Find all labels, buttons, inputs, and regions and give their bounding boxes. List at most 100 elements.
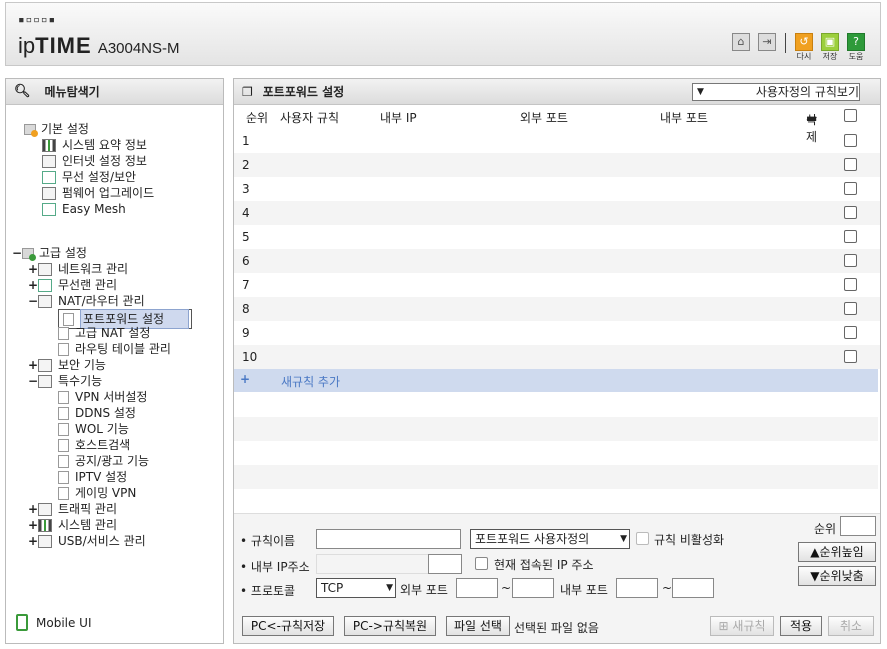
home-button[interactable]: ⌂	[731, 33, 751, 51]
tree-advanced-nat[interactable]: 고급 NAT 설정	[58, 325, 150, 341]
rank-down-button[interactable]: ▼순위낮춤	[798, 566, 876, 586]
save-button[interactable]: ▣ 저장	[820, 33, 840, 62]
tree-label: USB/서비스 관리	[58, 534, 146, 548]
help-button[interactable]: ? 도움	[846, 33, 866, 62]
tree-gaming-vpn[interactable]: 게이밍 VPN	[58, 485, 136, 501]
tree-wol[interactable]: WOL 기능	[58, 421, 129, 437]
internal-ip-input[interactable]	[428, 554, 462, 574]
row-rank: 3	[242, 182, 250, 196]
row-delete-checkbox[interactable]	[844, 278, 857, 291]
rank-input[interactable]	[840, 516, 876, 536]
row-delete-checkbox[interactable]	[844, 326, 857, 339]
row-delete-checkbox[interactable]	[844, 206, 857, 219]
select-all-checkbox[interactable]	[844, 109, 857, 122]
tree-label: 시스템 관리	[58, 518, 118, 532]
port-forward-panel: ❐ 포트포워드 설정 ▼ 사용자정의 규칙보기 순위 사용자 규칙 내부 IP …	[233, 78, 881, 644]
tree-label: 보안 기능	[58, 358, 106, 372]
tree-label: 고급 설정	[39, 246, 87, 260]
table-row[interactable]: 1	[234, 129, 880, 153]
table-row[interactable]: 7	[234, 273, 880, 297]
phone-icon	[16, 614, 28, 631]
tree-nat-router[interactable]: − NAT/라우터 관리	[28, 293, 145, 309]
table-row[interactable]: 5	[234, 225, 880, 249]
apply-button[interactable]: 적용	[780, 616, 822, 636]
tree-advanced-settings[interactable]: − 고급 설정	[12, 245, 87, 261]
protocol-value: TCP	[321, 581, 344, 595]
page-icon	[58, 326, 69, 340]
row-rank: 1	[242, 134, 250, 148]
row-delete-checkbox[interactable]	[844, 254, 857, 267]
rule-name-input[interactable]	[316, 529, 461, 549]
table-row[interactable]: 3	[234, 177, 880, 201]
table-row[interactable]: 10	[234, 345, 880, 369]
save-rules-to-pc-button[interactable]: PC<-규칙저장	[242, 616, 334, 636]
home-icon: ⌂	[732, 33, 750, 51]
refresh-button[interactable]: ↺ 다시	[794, 33, 814, 62]
protocol-label: • 프로토콜	[240, 584, 296, 598]
tree-label: NAT/라우터 관리	[58, 294, 145, 308]
expand-icon: +	[28, 358, 39, 372]
tree-wireless-security[interactable]: 무선 설정/보안	[42, 169, 136, 185]
tree-traffic[interactable]: + 트래픽 관리	[28, 501, 117, 517]
rule-type-select[interactable]: 포트포워드 사용자정의 ▼	[470, 529, 630, 549]
tree-basic-settings[interactable]: 기본 설정	[24, 121, 89, 137]
add-rule-row[interactable]: + 새규칙 추가	[234, 369, 878, 392]
row-delete-checkbox[interactable]	[844, 182, 857, 195]
add-icon: ⊞	[718, 619, 729, 633]
table-row[interactable]: 4	[234, 201, 880, 225]
panel-header: ❐ 포트포워드 설정 ▼ 사용자정의 규칙보기	[234, 79, 880, 105]
col-internal-ip: 내부 IP	[380, 111, 417, 125]
logout-icon: ⇥	[758, 33, 776, 51]
table-row[interactable]: 2	[234, 153, 880, 177]
disable-rule-checkbox[interactable]	[636, 532, 649, 545]
chevron-down-icon: ▼	[386, 583, 393, 593]
rule-name-label: • 규칙이름	[240, 534, 296, 548]
tree-vpn-server[interactable]: VPN 서버설정	[58, 389, 147, 405]
new-rule-button[interactable]: ⊞ 새규칙	[710, 616, 774, 636]
brand-bold: TIME	[35, 33, 92, 58]
tree-host-search[interactable]: 호스트검색	[58, 437, 130, 453]
choose-file-button[interactable]: 파일 선택	[446, 616, 510, 636]
tree-system-summary[interactable]: 시스템 요약 정보	[42, 137, 147, 153]
rank-up-button[interactable]: ▲순위높임	[798, 542, 876, 562]
external-port-label: 외부 포트	[400, 583, 448, 597]
tree-routing-table[interactable]: 라우팅 테이블 관리	[58, 341, 171, 357]
cancel-button[interactable]: 취소	[828, 616, 874, 636]
restore-rules-from-pc-button[interactable]: PC->규칙복원	[344, 616, 436, 636]
tree-internet-info[interactable]: 인터넷 설정 정보	[42, 153, 147, 169]
logout-button[interactable]: ⇥	[757, 33, 777, 51]
rule-view-select[interactable]: ▼ 사용자정의 규칙보기	[692, 83, 860, 101]
tree-label: WOL 기능	[75, 422, 129, 436]
tree-network[interactable]: + 네트워크 관리	[28, 261, 128, 277]
tree-ddns[interactable]: DDNS 설정	[58, 405, 136, 421]
table-row[interactable]: 8	[234, 297, 880, 321]
tree-notice-ad[interactable]: 공지/광고 기능	[58, 453, 149, 469]
empty-row	[234, 441, 878, 465]
tree-iptv[interactable]: IPTV 설정	[58, 469, 127, 485]
external-port-end[interactable]	[512, 578, 554, 598]
row-delete-checkbox[interactable]	[844, 350, 857, 363]
tree-easy-mesh[interactable]: Easy Mesh	[42, 201, 126, 217]
tree-usb-service[interactable]: + USB/서비스 관리	[28, 533, 146, 549]
tree-firmware-upgrade[interactable]: 펌웨어 업그레이드	[42, 185, 154, 201]
row-delete-checkbox[interactable]	[844, 158, 857, 171]
internal-port-start[interactable]	[616, 578, 658, 598]
tree-special[interactable]: − 특수기능	[28, 373, 102, 389]
router-icon	[38, 294, 52, 308]
table-row[interactable]: 6	[234, 249, 880, 273]
row-delete-checkbox[interactable]	[844, 134, 857, 147]
protocol-select[interactable]: TCP ▼	[316, 578, 396, 598]
table-row[interactable]: 9	[234, 321, 880, 345]
external-port-start[interactable]	[456, 578, 498, 598]
internal-port-end[interactable]	[672, 578, 714, 598]
tree-label: DDNS 설정	[75, 406, 136, 420]
tree-security[interactable]: + 보안 기능	[28, 357, 106, 373]
row-delete-checkbox[interactable]	[844, 230, 857, 243]
tree-system[interactable]: + 시스템 관리	[28, 517, 117, 533]
current-ip-checkbox[interactable]	[475, 557, 488, 570]
row-delete-checkbox[interactable]	[844, 302, 857, 315]
mobile-ui-link[interactable]: Mobile UI	[16, 614, 92, 631]
monitor-icon	[42, 154, 56, 168]
tree-wireless[interactable]: + 무선랜 관리	[28, 277, 117, 293]
refresh-label: 다시	[796, 52, 812, 61]
